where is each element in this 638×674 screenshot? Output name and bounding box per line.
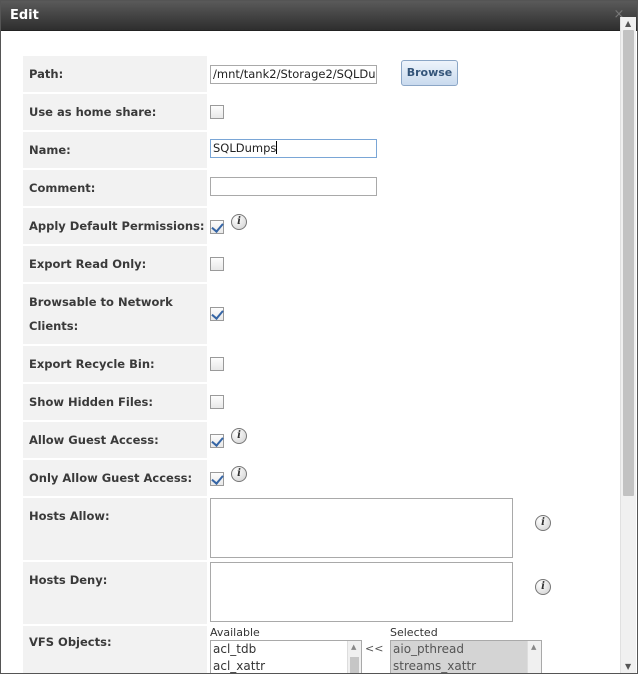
default-permissions-row: Apply Default Permissions: i: [23, 208, 598, 244]
dialog-scrollbar[interactable]: ▲ ▼: [620, 17, 636, 673]
home-share-label: Use as home share:: [23, 94, 207, 130]
scroll-up-icon[interactable]: ▲: [625, 19, 631, 28]
move-left-button[interactable]: <<: [365, 642, 383, 655]
selected-label: Selected: [390, 626, 438, 639]
only-guest-checkbox[interactable]: [210, 472, 224, 486]
hosts-allow-label: Hosts Allow:: [23, 498, 207, 560]
info-icon[interactable]: i: [535, 579, 551, 595]
list-scrollbar[interactable]: ▲: [347, 641, 361, 673]
recycle-bin-checkbox[interactable]: [210, 357, 224, 371]
info-icon[interactable]: i: [231, 466, 247, 482]
scroll-up-icon[interactable]: ▲: [351, 643, 356, 651]
info-icon[interactable]: i: [231, 428, 247, 444]
path-row: Path: /mnt/tank2/Storage2/SQLDu: [23, 56, 598, 92]
hosts-allow-textarea[interactable]: [210, 498, 513, 558]
scroll-thumb[interactable]: [350, 657, 359, 673]
name-value: SQLDumps: [213, 141, 277, 155]
home-share-row: Use as home share:: [23, 94, 598, 130]
default-permissions-label: Apply Default Permissions:: [23, 208, 207, 244]
available-label: Available: [210, 626, 260, 639]
only-guest-row: Only Allow Guest Access: i: [23, 460, 598, 496]
path-input[interactable]: /mnt/tank2/Storage2/SQLDu: [210, 65, 377, 84]
hosts-deny-label: Hosts Deny:: [23, 562, 207, 624]
info-icon[interactable]: i: [231, 214, 247, 230]
hidden-files-label: Show Hidden Files:: [23, 384, 207, 420]
hidden-files-row: Show Hidden Files:: [23, 384, 598, 420]
name-row: Name: SQLDumps: [23, 132, 598, 168]
scroll-up-icon[interactable]: ▲: [531, 643, 536, 651]
name-input[interactable]: SQLDumps: [210, 139, 377, 158]
hidden-files-checkbox[interactable]: [210, 395, 224, 409]
scroll-thumb[interactable]: [623, 30, 634, 496]
list-item[interactable]: streams_xattr: [391, 658, 541, 673]
name-label: Name:: [23, 132, 207, 168]
browse-button[interactable]: Browse: [401, 60, 458, 86]
read-only-checkbox[interactable]: [210, 257, 224, 271]
comment-input[interactable]: [210, 177, 377, 196]
vfs-objects-label: VFS Objects:: [23, 626, 207, 673]
list-item[interactable]: acl_tdb: [211, 641, 361, 658]
browsable-checkbox[interactable]: [210, 307, 224, 321]
edit-dialog: Edit × Path: /mnt/tank2/Storage2/SQLDu U…: [0, 0, 638, 674]
default-permissions-checkbox[interactable]: [210, 220, 224, 234]
dialog-titlebar: Edit ×: [1, 1, 637, 31]
text-caret: [276, 141, 278, 154]
vfs-available-list[interactable]: acl_tdb acl_xattr ▲: [210, 640, 362, 673]
comment-row: Comment:: [23, 170, 598, 206]
scroll-down-icon[interactable]: ▼: [625, 662, 631, 671]
hosts-deny-row: Hosts Deny: i: [23, 562, 598, 624]
list-item[interactable]: acl_xattr: [211, 658, 361, 673]
hosts-deny-textarea[interactable]: [210, 562, 513, 622]
list-scrollbar[interactable]: ▲: [527, 641, 541, 673]
browsable-label: Browsable to Network Clients:: [23, 284, 207, 344]
hosts-allow-row: Hosts Allow: i: [23, 498, 598, 560]
guest-access-label: Allow Guest Access:: [23, 422, 207, 458]
comment-label: Comment:: [23, 170, 207, 206]
vfs-objects-row: VFS Objects: Available Selected acl_tdb …: [23, 626, 598, 673]
info-icon[interactable]: i: [535, 515, 551, 531]
guest-access-row: Allow Guest Access: i: [23, 422, 598, 458]
vfs-selected-list[interactable]: aio_pthread streams_xattr ▲: [390, 640, 542, 673]
read-only-label: Export Read Only:: [23, 246, 207, 282]
dialog-content: Path: /mnt/tank2/Storage2/SQLDu Use as h…: [1, 32, 621, 673]
recycle-bin-label: Export Recycle Bin:: [23, 346, 207, 382]
only-guest-label: Only Allow Guest Access:: [23, 460, 207, 496]
recycle-bin-row: Export Recycle Bin:: [23, 346, 598, 382]
browsable-row: Browsable to Network Clients:: [23, 284, 598, 344]
path-label: Path:: [23, 56, 207, 92]
dialog-title: Edit: [10, 8, 39, 23]
guest-access-checkbox[interactable]: [210, 434, 224, 448]
list-item[interactable]: aio_pthread: [391, 641, 541, 658]
home-share-checkbox[interactable]: [210, 105, 224, 119]
read-only-row: Export Read Only:: [23, 246, 598, 282]
